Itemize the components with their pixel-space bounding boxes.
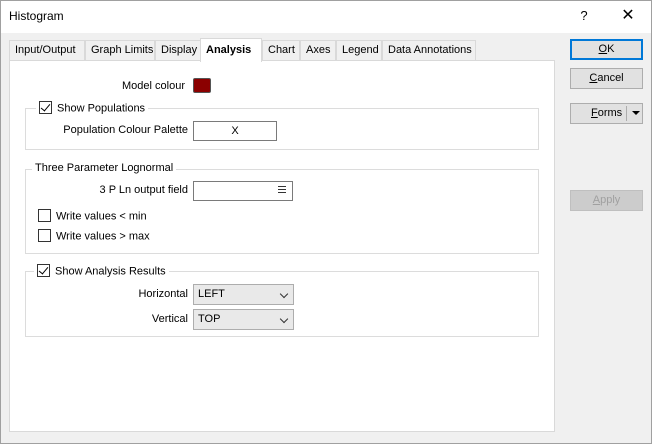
help-icon[interactable]: ? — [574, 6, 594, 26]
model-colour-label: Model colour — [122, 80, 185, 92]
horizontal-label: Horizontal — [138, 288, 188, 300]
write-min-label: Write values < min — [56, 210, 147, 223]
analysis-panel: Model colour Show Populations Population… — [9, 60, 555, 432]
title-bar: Histogram ? ✕ — [1, 1, 651, 33]
list-icon[interactable] — [278, 186, 286, 195]
histogram-dialog: Histogram ? ✕ Input/Output Graph Limits … — [0, 0, 652, 444]
ok-rest: K — [607, 43, 615, 55]
write-max-check[interactable] — [38, 229, 51, 242]
chevron-down-icon — [279, 289, 289, 299]
cancel-button[interactable]: Cancel — [570, 68, 643, 89]
forms-button[interactable]: Forms — [570, 103, 643, 124]
lognormal-group: Three Parameter Lognormal 3 P Ln output … — [25, 162, 539, 254]
show-results-label: Show Analysis Results — [55, 265, 166, 278]
horizontal-value: LEFT — [198, 288, 225, 300]
analysis-results-group: Show Analysis Results Horizontal LEFT Ve… — [25, 264, 539, 337]
show-results-check[interactable] — [37, 264, 50, 277]
tab-axes[interactable]: Axes — [300, 40, 336, 61]
apply-rest: pply — [600, 194, 621, 206]
horizontal-select[interactable]: LEFT — [193, 284, 294, 305]
apply-button: Apply — [570, 190, 643, 211]
write-max-checkbox[interactable]: Write values > max — [38, 229, 150, 243]
populations-group: Show Populations Population Colour Palet… — [25, 101, 539, 150]
show-results-checkbox[interactable]: Show Analysis Results — [34, 264, 169, 278]
write-min-check[interactable] — [38, 209, 51, 222]
close-icon[interactable]: ✕ — [613, 5, 643, 27]
forms-accel: F — [591, 107, 598, 119]
window-title: Histogram — [9, 9, 64, 23]
tab-display[interactable]: Display — [155, 40, 201, 61]
output-field-label: 3 P Ln output field — [99, 184, 188, 196]
tab-legend[interactable]: Legend — [336, 40, 382, 61]
cancel-rest: ancel — [597, 72, 624, 84]
tab-chart[interactable]: Chart — [262, 40, 300, 61]
write-min-checkbox[interactable]: Write values < min — [38, 209, 147, 223]
ok-accel: O — [598, 43, 608, 55]
lognormal-legend: Three Parameter Lognormal — [32, 162, 177, 174]
chevron-down-icon — [279, 314, 289, 324]
population-palette-field[interactable]: X — [193, 121, 277, 141]
dropdown-arrow-icon[interactable] — [632, 111, 640, 115]
tab-input-output[interactable]: Input/Output — [9, 40, 85, 61]
apply-accel: A — [592, 194, 601, 206]
forms-rest: orms — [597, 107, 623, 119]
vertical-select[interactable]: TOP — [193, 309, 294, 330]
tab-analysis[interactable]: Analysis — [200, 38, 262, 62]
vertical-label: Vertical — [151, 313, 188, 325]
tab-data-annotations[interactable]: Data Annotations — [382, 40, 476, 61]
tab-graph-limits[interactable]: Graph Limits — [85, 40, 155, 61]
population-palette-label: Population Colour Palette — [63, 124, 188, 136]
ok-button[interactable]: OK — [570, 39, 643, 60]
vertical-value: TOP — [198, 313, 221, 325]
write-max-label: Write values > max — [56, 230, 150, 243]
show-populations-label: Show Populations — [57, 102, 146, 115]
show-populations-checkbox[interactable]: Show Populations — [36, 101, 149, 115]
show-populations-check[interactable] — [39, 101, 52, 114]
forms-divider — [626, 106, 627, 121]
output-field-input[interactable] — [193, 181, 293, 201]
model-colour-swatch[interactable] — [193, 78, 211, 93]
